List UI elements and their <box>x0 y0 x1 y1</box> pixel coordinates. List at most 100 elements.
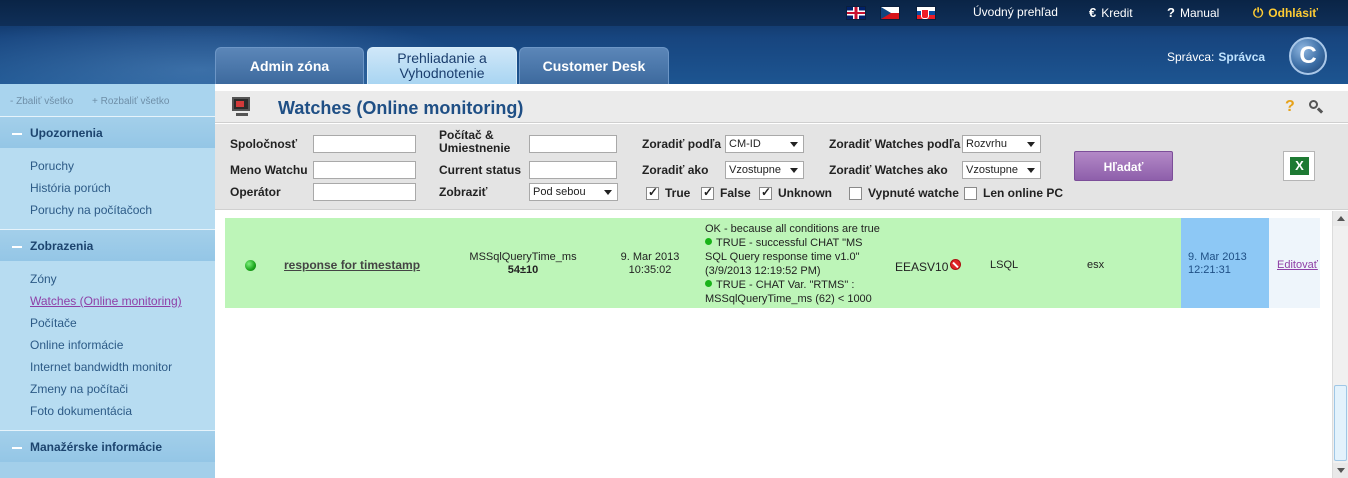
company-label: Spoločnosť <box>230 137 298 151</box>
current-status-input[interactable] <box>529 161 617 179</box>
checkbox-box[interactable] <box>849 187 862 201</box>
watch-date-cell: 9. Mar 2013 12:21:31 <box>1181 218 1269 308</box>
checkbox-box[interactable] <box>646 185 659 201</box>
collapse-all-link[interactable]: - Zbaliť všetko <box>10 96 73 107</box>
logo-icon: C <box>1289 37 1327 75</box>
watch-type-value: 54±10 <box>507 264 539 276</box>
sidebar-item-pc-faults[interactable]: Poruchy na počítačoch <box>0 199 215 221</box>
scroll-down-icon[interactable] <box>1333 463 1348 478</box>
sort-by-label: Zoradiť podľa <box>642 137 722 151</box>
flag-uk-icon[interactable] <box>846 6 866 20</box>
sidebar-item-watches[interactable]: Watches (Online monitoring) <box>0 290 215 312</box>
watch-name-label: Meno Watchu <box>230 163 308 177</box>
status-ok-icon <box>245 260 256 271</box>
vertical-scrollbar[interactable] <box>1332 211 1348 478</box>
tab-admin-zone[interactable]: Admin zóna <box>215 47 364 84</box>
current-status-label: Current status <box>439 163 522 177</box>
sort-watches-by-select[interactable]: Rozvrhu <box>962 135 1041 153</box>
search-button[interactable]: Hľadať <box>1074 151 1173 181</box>
watch-db: LSQL <box>990 259 1019 271</box>
overview-link[interactable]: Úvodný prehľad <box>973 5 1058 19</box>
table-row[interactable]: response for timestamp MSSqlQueryTime_ms… <box>225 218 1320 308</box>
sidebar-item-computers[interactable]: Počítače <box>0 312 215 334</box>
sidebar-item-bandwidth[interactable]: Internet bandwidth monitor <box>0 356 215 378</box>
watch-date: 9. Mar 2013 12:21:31 <box>1188 251 1247 277</box>
manual-label: Manual <box>1179 6 1220 20</box>
operator-label: Operátor <box>230 185 281 199</box>
logout-label: Odhlásiť <box>1268 6 1319 20</box>
watch-pc: EEASV10 <box>895 259 962 274</box>
sidebar-item-fault-history[interactable]: História porúch <box>0 177 215 199</box>
flag-sk-icon[interactable] <box>916 6 936 20</box>
sidebar-item-faults[interactable]: Poruchy <box>0 155 215 177</box>
manual-link[interactable]: ? Manual <box>1167 5 1219 20</box>
filter-panel: Spoločnosť Meno Watchu Operátor Počítač … <box>215 124 1348 210</box>
sidebar-section-management[interactable]: Manažérske informácie <box>0 430 215 462</box>
pc-location-input[interactable] <box>529 135 617 153</box>
help-icon[interactable]: ? <box>1285 98 1295 116</box>
checkbox-box[interactable] <box>964 187 977 201</box>
credit-link[interactable]: € Kredit <box>1089 5 1133 20</box>
watch-type-name: MSSqlQueryTime_ms <box>469 251 577 263</box>
watch-pc-name[interactable]: EEASV10 <box>895 260 948 274</box>
tab-browse-evaluate[interactable]: Prehliadanie a Vyhodnotenie <box>367 47 517 84</box>
watch-desc-main: OK - because all conditions are true <box>705 223 880 235</box>
sort-by-select[interactable]: CM-ID <box>725 135 804 153</box>
sidebar-section-views[interactable]: Zobrazenia <box>0 229 215 261</box>
sidebar-item-pc-changes[interactable]: Zmeny na počítači <box>0 378 215 400</box>
stop-icon[interactable] <box>950 259 962 270</box>
excel-icon: X <box>1290 157 1309 175</box>
watch-last-run-time: 10:35:02 <box>628 264 672 276</box>
sidebar-section-title: Zobrazenia <box>30 239 94 253</box>
show-select[interactable]: Pod sebou <box>529 183 618 201</box>
flag-cz-icon[interactable] <box>880 6 900 20</box>
pc-location-label: Počítač & Umiestnenie <box>439 128 511 155</box>
watch-description: OK - because all conditions are true TRU… <box>705 222 885 306</box>
magnifier-icon[interactable] <box>1309 100 1324 114</box>
watch-type: MSSqlQueryTime_ms 54±10 <box>468 251 578 277</box>
checkbox-online-pc-only[interactable]: Len online PC <box>964 186 1064 201</box>
watch-last-run: 9. Mar 2013 10:35:02 <box>617 251 683 277</box>
show-label: Zobraziť <box>439 185 488 199</box>
company-input[interactable] <box>313 135 416 153</box>
results-area: response for timestamp MSSqlQueryTime_ms… <box>215 211 1348 478</box>
sort-watches-as-select[interactable]: Vzostupne <box>962 161 1041 179</box>
sidebar-section-title: Upozornenia <box>30 126 103 140</box>
admin-info: Správca: Správca <box>1167 50 1265 64</box>
checkbox-label: False <box>720 186 751 200</box>
euro-icon: € <box>1089 5 1097 20</box>
checkbox-label: Unknown <box>778 186 832 200</box>
sidebar-section-alerts[interactable]: Upozornenia <box>0 116 215 148</box>
logout-link[interactable]: ⏻ Odhlásiť <box>1253 5 1318 21</box>
checkbox-unknown[interactable]: Unknown <box>759 185 832 201</box>
sidebar-item-online-info[interactable]: Online informácie <box>0 334 215 356</box>
sidebar-list-views: Zóny Watches (Online monitoring) Počítač… <box>0 261 215 431</box>
watch-name-link[interactable]: response for timestamp <box>284 258 420 272</box>
edit-link[interactable]: Editovať <box>1277 259 1318 271</box>
checkbox-box[interactable] <box>759 185 772 201</box>
monitor-icon <box>230 95 254 117</box>
excel-export-button[interactable]: X <box>1283 151 1315 181</box>
tab-customer-desk[interactable]: Customer Desk <box>519 47 669 84</box>
watch-desc-line: TRUE - CHAT Var. "RTMS" : MSSqlQueryTime… <box>705 278 885 306</box>
scroll-thumb[interactable] <box>1334 385 1347 461</box>
sort-as-select[interactable]: Vzostupne <box>725 161 804 179</box>
checkbox-box[interactable] <box>701 185 714 201</box>
checkbox-false[interactable]: False <box>701 185 751 201</box>
sidebar-list-alerts: Poruchy História porúch Poruchy na počít… <box>0 148 215 230</box>
checkbox-disabled-watches[interactable]: Vypnuté watche <box>849 186 959 201</box>
watch-desc-line: TRUE - successful CHAT "MS SQL Query res… <box>705 236 885 278</box>
scroll-up-icon[interactable] <box>1333 211 1348 226</box>
sidebar-section-title: Manažérske informácie <box>30 440 163 454</box>
watch-desc-line-text: TRUE - successful CHAT "MS SQL Query res… <box>705 237 863 277</box>
checkbox-label: Len online PC <box>983 186 1064 200</box>
main-content: Watches (Online monitoring) ? Spoločnosť… <box>215 91 1348 478</box>
checkbox-true[interactable]: True <box>646 185 690 201</box>
admin-value[interactable]: Správca <box>1218 50 1265 64</box>
sidebar-list-management <box>0 462 215 478</box>
sidebar-item-photo-docs[interactable]: Foto dokumentácia <box>0 400 215 422</box>
sidebar-item-zones[interactable]: Zóny <box>0 268 215 290</box>
operator-input[interactable] <box>313 183 416 201</box>
watch-name-input[interactable] <box>313 161 416 179</box>
expand-all-link[interactable]: + Rozbaliť všetko <box>92 96 169 107</box>
